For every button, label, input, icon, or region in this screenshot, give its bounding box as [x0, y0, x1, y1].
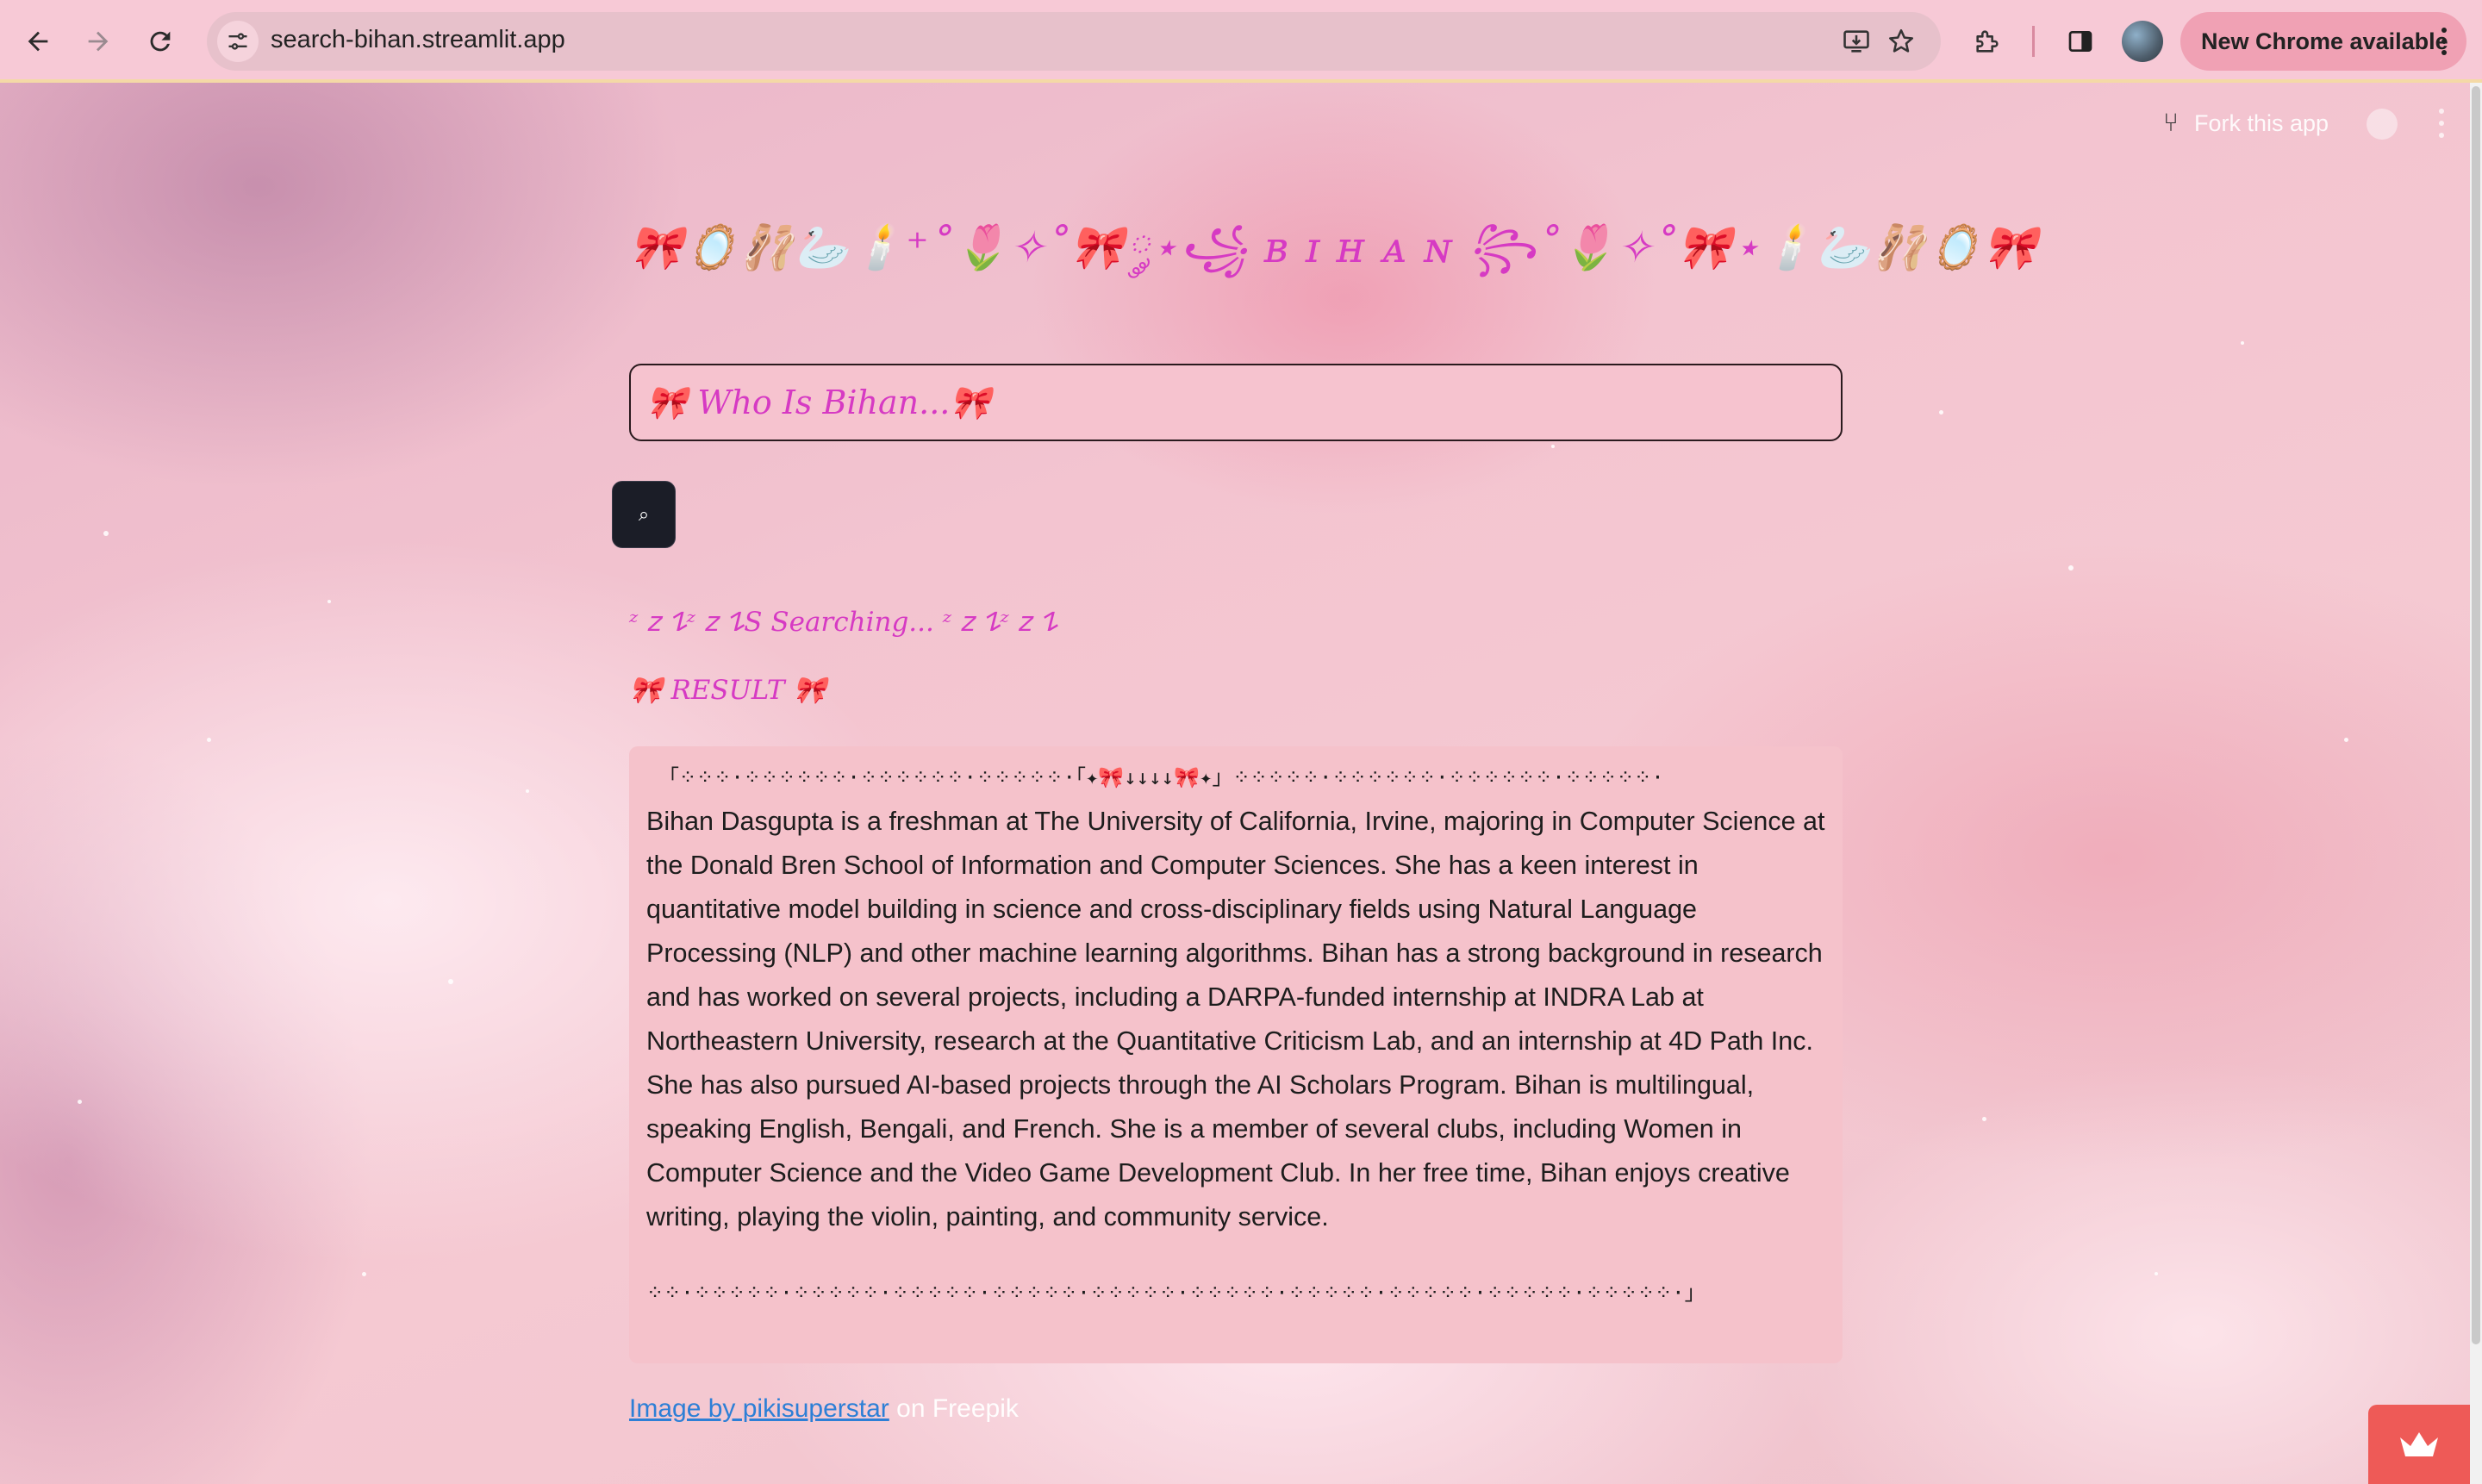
search-icon: ⌕: [638, 503, 650, 526]
kebab-menu-icon[interactable]: [2439, 109, 2446, 138]
fork-app-label: Fork this app: [2194, 109, 2329, 136]
chrome-update-button[interactable]: New Chrome available: [2180, 12, 2466, 71]
search-input[interactable]: [629, 364, 1843, 441]
install-app-icon: [1843, 30, 1869, 53]
kebab-menu-icon: [2441, 28, 2448, 55]
side-panel-icon: [2068, 31, 2092, 52]
sparkle: [448, 979, 453, 984]
streamlit-badge[interactable]: [2368, 1405, 2470, 1484]
arrow-left-icon: [28, 31, 48, 52]
status-text: ᶻ 𝗓 𐰁ᶻ 𝗓 𐰁S Searching... ᶻ 𝗓 𐰁ᶻ 𝗓 𐰁: [629, 607, 1057, 638]
puzzle-icon: [1976, 30, 1999, 53]
tune-icon: [228, 33, 247, 50]
extensions-button[interactable]: [1967, 21, 2008, 62]
sparkle: [2344, 738, 2348, 742]
result-top-border: 「⁘⁘⁘·⁘⁘⁘⁘⁘⁘·⁘⁘⁘⁘⁘⁘·⁘⁘⁘⁘⁘·「✦🎀↓↓↓↓🎀✦」⁘⁘⁘⁘⁘…: [658, 765, 1664, 789]
sparkle: [2241, 341, 2244, 345]
bookmark-button[interactable]: [1884, 24, 1918, 59]
sparkle: [1982, 1117, 1986, 1121]
scrollbar-thumb[interactable]: [2472, 86, 2480, 1344]
star-icon: [1888, 28, 1914, 53]
sparkle: [1939, 410, 1943, 415]
side-panel-button[interactable]: [2060, 21, 2101, 62]
page-title: 🎀🪞🩰🦢🕯️⁺˚🌷✧˚🎀༘⋆꧁ ʙ ɪ ʜ ᴀ ɴ ꧂˚🌷✧˚🎀⋆🕯️🦢🩰🪞🎀: [629, 222, 2039, 272]
forward-button[interactable]: [74, 17, 122, 65]
sparkle: [78, 1100, 82, 1104]
site-info-button[interactable]: [217, 21, 259, 62]
sparkle: [2155, 1272, 2158, 1275]
fork-icon: ⑂: [2163, 109, 2179, 137]
sparkle: [103, 531, 109, 536]
credit-text: on Freepik: [889, 1394, 1019, 1423]
browser-toolbar: search-bihan.streamlit.app New Chrome av…: [0, 0, 2482, 83]
sparkle: [1551, 445, 1555, 448]
install-app-button[interactable]: [1839, 24, 1874, 59]
sparkle: [327, 600, 331, 603]
address-bar[interactable]: search-bihan.streamlit.app: [207, 12, 1941, 71]
image-credit: Image by pikisuperstar on Freepik: [629, 1394, 1019, 1424]
arrow-right-icon: [88, 31, 109, 52]
toolbar-divider: [2032, 26, 2035, 57]
reload-button[interactable]: [136, 17, 184, 65]
sparkle: [362, 1272, 366, 1276]
chrome-update-label: New Chrome available: [2201, 28, 2448, 54]
sparkle: [207, 738, 211, 742]
sparkle: [2068, 565, 2074, 571]
fork-app-button[interactable]: ⑂ Fork this app: [2163, 109, 2329, 138]
result-bottom-border: ⁘⁘·⁘⁘⁘⁘⁘·⁘⁘⁘⁘⁘·⁘⁘⁘⁘⁘·⁘⁘⁘⁘⁘·⁘⁘⁘⁘⁘·⁘⁘⁘⁘⁘·⁘…: [646, 1281, 1706, 1305]
app-background: ⑂ Fork this app 🎀🪞🩰🦢🕯️⁺˚🌷✧˚🎀༘⋆꧁ ʙ ɪ ʜ ᴀ …: [0, 83, 2470, 1484]
result-card: 「⁘⁘⁘·⁘⁘⁘⁘⁘⁘·⁘⁘⁘⁘⁘⁘·⁘⁘⁘⁘⁘·「✦🎀↓↓↓↓🎀✦」⁘⁘⁘⁘⁘…: [629, 746, 1843, 1363]
sparkle: [526, 789, 529, 793]
crown-icon: [2400, 1432, 2438, 1456]
github-icon[interactable]: [2367, 109, 2398, 140]
search-button[interactable]: ⌕: [612, 481, 676, 548]
result-heading: 🎀 RESULT 🎀: [629, 675, 826, 706]
result-text: Bihan Dasgupta is a freshman at The Univ…: [646, 807, 1825, 1231]
credit-link[interactable]: Image by pikisuperstar: [629, 1394, 889, 1423]
avatar[interactable]: [2122, 21, 2163, 62]
back-button[interactable]: [14, 17, 62, 65]
url-text[interactable]: search-bihan.streamlit.app: [271, 26, 565, 54]
reload-icon: [150, 31, 171, 52]
